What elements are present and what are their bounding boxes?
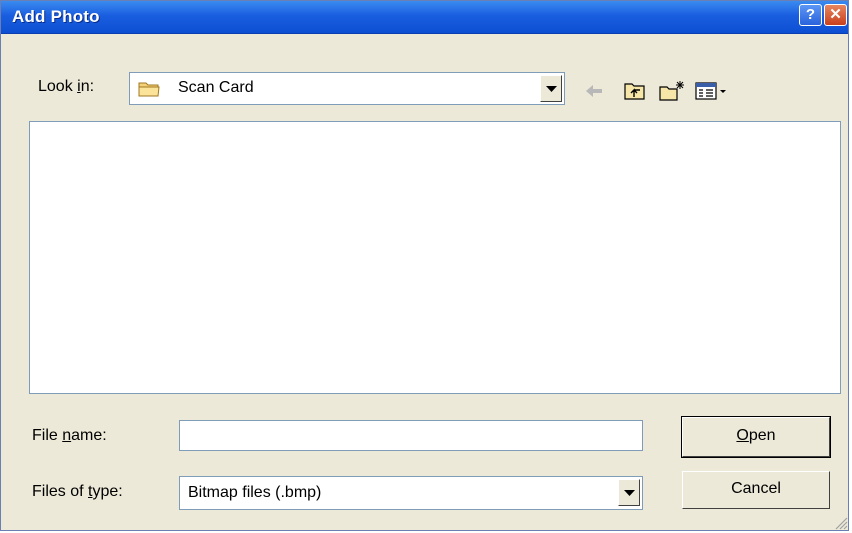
- look-in-dropdown[interactable]: Scan Card: [129, 72, 565, 105]
- file-type-dropdown-button[interactable]: [618, 479, 640, 506]
- file-list[interactable]: [29, 121, 841, 394]
- close-button[interactable]: ✕: [824, 4, 847, 26]
- cancel-button[interactable]: Cancel: [682, 471, 830, 509]
- file-type-dropdown[interactable]: Bitmap files (.bmp): [179, 476, 643, 510]
- up-folder-icon[interactable]: [623, 80, 647, 102]
- chevron-down-icon: [546, 86, 557, 92]
- title-bar[interactable]: Add Photo ? ✕: [1, 1, 848, 34]
- open-button[interactable]: Open: [681, 416, 831, 458]
- dialog-title: Add Photo: [12, 7, 100, 26]
- new-folder-icon[interactable]: [658, 80, 686, 102]
- file-name-input[interactable]: [179, 420, 643, 451]
- views-menu-icon[interactable]: [695, 80, 729, 102]
- file-name-label: File name:: [32, 427, 107, 444]
- back-arrow-icon[interactable]: [583, 80, 605, 102]
- help-icon: ?: [805, 6, 816, 23]
- look-in-dropdown-button[interactable]: [540, 75, 562, 102]
- close-icon: ✕: [829, 6, 842, 23]
- look-in-value: Scan Card: [178, 79, 254, 96]
- look-in-label: Look in:: [38, 78, 95, 95]
- add-photo-dialog: Add Photo ? ✕ Look in: Scan Card File na…: [0, 0, 849, 531]
- resize-grip-icon[interactable]: [832, 514, 848, 530]
- folder-icon: [138, 82, 160, 97]
- file-type-value: Bitmap files (.bmp): [188, 484, 322, 501]
- file-type-label: Files of type:: [32, 483, 123, 500]
- help-button[interactable]: ?: [799, 4, 822, 26]
- chevron-down-icon: [624, 490, 635, 496]
